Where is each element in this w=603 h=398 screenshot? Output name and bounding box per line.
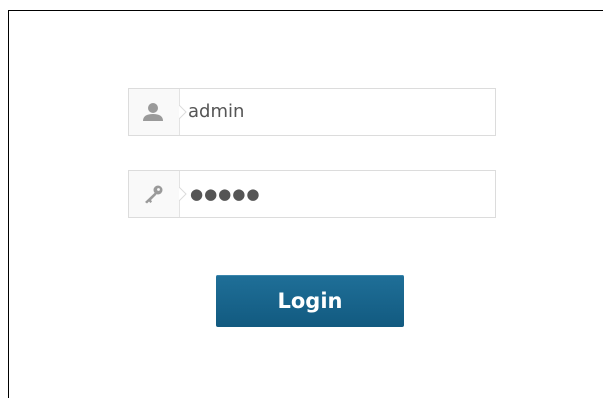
user-icon — [143, 103, 163, 121]
password-field[interactable]: ●●●●● — [128, 170, 496, 218]
key-icon — [145, 185, 163, 204]
username-icon-cell — [129, 89, 180, 135]
password-icon-cell — [129, 171, 180, 217]
chevron-right-icon — [179, 105, 187, 119]
chevron-right-icon — [179, 187, 187, 201]
username-field[interactable] — [128, 88, 496, 136]
password-input[interactable]: ●●●●● — [190, 171, 260, 217]
login-button[interactable]: Login — [216, 275, 404, 327]
login-panel: ●●●●● Login — [8, 10, 603, 398]
username-input[interactable] — [188, 89, 488, 135]
